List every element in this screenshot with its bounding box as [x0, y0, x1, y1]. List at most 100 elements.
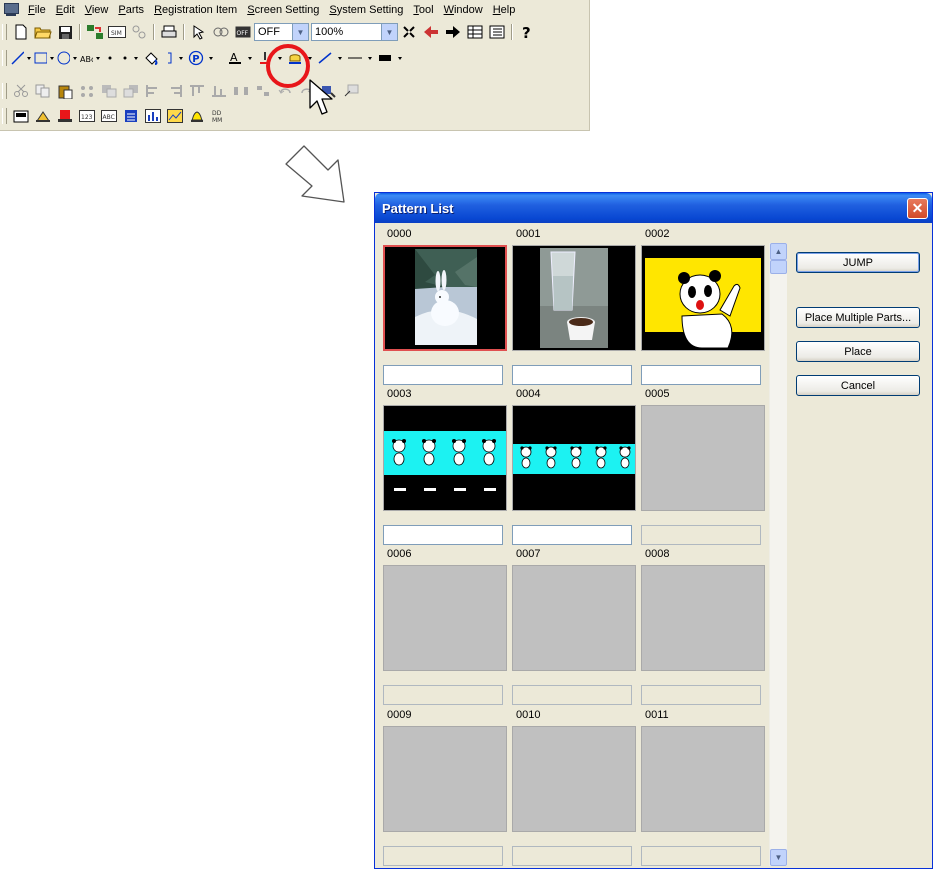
save-icon[interactable] [55, 23, 75, 41]
pattern-thumbnail-empty[interactable] [641, 405, 765, 511]
alarm-bell-icon[interactable] [187, 107, 207, 125]
circle-dropdown[interactable] [71, 49, 79, 67]
pattern-name-field[interactable] [383, 365, 503, 385]
pattern-name-field[interactable] [512, 525, 632, 545]
menu-system-setting[interactable]: System Setting [324, 1, 408, 19]
pattern-cell[interactable]: 0008 [641, 547, 767, 705]
pattern-thumbnail-empty[interactable] [641, 565, 765, 671]
pattern-cell[interactable]: 0007 [512, 547, 638, 705]
line-style-icon[interactable] [315, 49, 335, 67]
line-dropdown[interactable] [25, 49, 33, 67]
dot-tool-icon[interactable] [103, 49, 116, 67]
simulator-icon[interactable]: SIM [107, 23, 127, 41]
pattern-thumbnail-glass[interactable] [512, 245, 636, 351]
bring-front-icon[interactable] [99, 82, 119, 100]
align-left-icon[interactable] [143, 82, 163, 100]
dialog-titlebar[interactable]: Pattern List ✕ [375, 193, 932, 223]
distribute-icon[interactable] [231, 82, 251, 100]
line-width-icon[interactable] [345, 49, 365, 67]
help-icon[interactable]: ? [517, 23, 537, 41]
pattern-cell[interactable]: 0005 [641, 387, 767, 545]
zoom-window-icon[interactable] [341, 82, 361, 100]
rectangle-dropdown[interactable] [48, 49, 56, 67]
pattern-cell[interactable]: 0000 [383, 227, 509, 385]
align-bottom-icon[interactable] [209, 82, 229, 100]
lamp-part-icon[interactable] [33, 107, 53, 125]
menu-view[interactable]: View [80, 1, 114, 19]
new-file-icon[interactable] [11, 23, 31, 41]
bracket-dropdown[interactable] [177, 49, 185, 67]
circle-tool-icon[interactable] [57, 49, 70, 67]
font-color-icon[interactable]: A [225, 49, 245, 67]
menu-parts[interactable]: Parts [113, 1, 149, 19]
calculator-part-icon[interactable] [121, 107, 141, 125]
properties-icon[interactable] [487, 23, 507, 41]
tile-pattern-icon[interactable] [375, 49, 395, 67]
pattern-thumbnail-pandas-strip[interactable] [383, 405, 507, 511]
menu-edit[interactable]: Edit [51, 1, 80, 19]
screen-list-icon[interactable] [465, 23, 485, 41]
chevron-down-icon[interactable]: ▼ [292, 24, 308, 40]
text-tool-icon[interactable]: ABc [80, 49, 93, 67]
pattern-thumbnail-pandas-strip-2[interactable] [512, 405, 636, 511]
pattern-name-field[interactable] [383, 525, 503, 545]
menu-screen-setting[interactable]: Screen Setting [242, 1, 324, 19]
pattern-cell[interactable]: 0001 [512, 227, 638, 385]
bracket-icon[interactable] [163, 49, 176, 67]
copy-icon[interactable] [33, 82, 53, 100]
numeric-display-icon[interactable]: 123 [77, 107, 97, 125]
group-icon[interactable] [77, 82, 97, 100]
menu-file[interactable]: File [23, 1, 51, 19]
line-width-dropdown[interactable] [366, 49, 374, 67]
pattern-place-icon[interactable]: P [186, 49, 206, 67]
switch-part-icon[interactable] [11, 107, 31, 125]
previous-screen-icon[interactable] [421, 23, 441, 41]
pattern-thumbnail-panda[interactable] [641, 245, 765, 351]
view-icon[interactable] [211, 23, 231, 41]
pattern-name-field[interactable] [641, 365, 761, 385]
align-top-icon[interactable] [187, 82, 207, 100]
alarm-lamp-icon[interactable] [55, 107, 75, 125]
pattern-thumbnail-empty[interactable] [383, 726, 507, 832]
place-button[interactable]: Place [796, 341, 920, 362]
menu-registration-item[interactable]: Registration Item [149, 1, 242, 19]
pattern-cell[interactable]: 0010 [512, 708, 638, 866]
paste-icon[interactable] [55, 82, 75, 100]
cut-icon[interactable] [11, 82, 31, 100]
character-display-icon[interactable]: ABC [99, 107, 119, 125]
place-multiple-parts-button[interactable]: Place Multiple Parts... [796, 307, 920, 328]
print-icon[interactable] [159, 23, 179, 41]
open-folder-icon[interactable] [33, 23, 53, 41]
pattern-cell[interactable]: 0006 [383, 547, 509, 705]
graph-part-icon[interactable] [143, 107, 163, 125]
next-screen-icon[interactable] [443, 23, 463, 41]
line-style-dropdown[interactable] [336, 49, 344, 67]
cancel-button[interactable]: Cancel [796, 375, 920, 396]
menu-help[interactable]: Help [488, 1, 521, 19]
pattern-cell[interactable]: 0009 [383, 708, 509, 866]
tile-pattern-dropdown[interactable] [396, 49, 404, 67]
trend-graph-icon[interactable] [165, 107, 185, 125]
pattern-cell[interactable]: 0011 [641, 708, 767, 866]
jump-button[interactable]: JUMP [796, 252, 920, 273]
pattern-dropdown[interactable] [207, 49, 215, 67]
scroll-up-icon[interactable]: ▲ [770, 243, 787, 260]
dot-tool-2-icon[interactable] [118, 49, 131, 67]
text-dropdown[interactable] [94, 49, 102, 67]
pattern-thumbnail-empty[interactable] [512, 565, 636, 671]
pattern-thumbnail-empty[interactable] [383, 565, 507, 671]
dot-dropdown[interactable] [132, 49, 140, 67]
pattern-scrollbar[interactable]: ▲ ▼ [769, 243, 787, 866]
date-time-icon[interactable]: DD MM [209, 107, 229, 125]
scroll-down-icon[interactable]: ▼ [770, 849, 787, 866]
font-color-dropdown[interactable] [246, 49, 254, 67]
zoom-select[interactable]: 100% ▼ [311, 23, 398, 41]
menu-window[interactable]: Window [439, 1, 488, 19]
pattern-cell[interactable]: 0002 [641, 227, 767, 385]
menu-tool[interactable]: Tool [408, 1, 438, 19]
paint-fill-icon[interactable] [141, 49, 161, 67]
line-tool-icon[interactable] [11, 49, 24, 67]
pattern-grid[interactable]: 0000 0001 0002 0003 0004 0005 0006 0007 … [383, 227, 773, 870]
close-button[interactable]: ✕ [907, 198, 928, 219]
on-off-select[interactable]: OFF ▼ [254, 23, 309, 41]
